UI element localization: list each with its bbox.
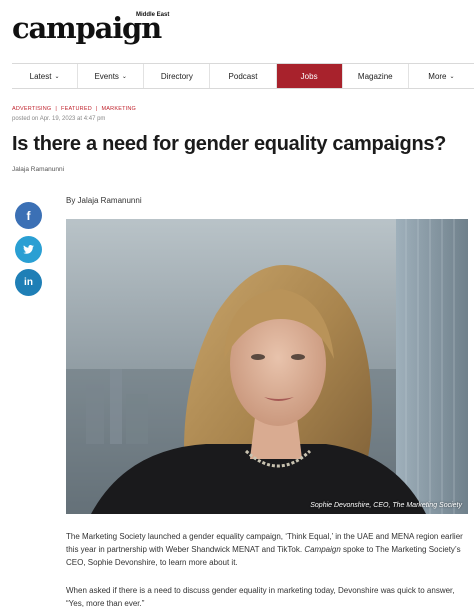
category-separator: |	[55, 106, 58, 112]
publication-name: Campaign	[304, 545, 341, 554]
nav-label: Jobs	[300, 71, 318, 81]
nav-item-directory[interactable]: Directory	[144, 64, 211, 88]
nav-item-magazine[interactable]: Magazine	[343, 64, 409, 88]
posted-date: posted on Apr. 19, 2023 at 4:47 pm	[12, 116, 106, 122]
site-logo[interactable]: campaign Middle East	[12, 10, 169, 50]
logo-wordmark: campaign	[12, 11, 162, 45]
author-name[interactable]: Jalaja Ramanunni	[12, 166, 64, 173]
twitter-share-button[interactable]	[15, 236, 42, 263]
facebook-icon: f	[26, 208, 31, 223]
category-separator: |	[95, 106, 98, 112]
facebook-share-button[interactable]: f	[15, 202, 42, 229]
linkedin-share-button[interactable]: in	[15, 269, 42, 296]
nav-item-events[interactable]: Events ⌄	[78, 64, 145, 88]
chevron-down-icon: ⌄	[121, 73, 127, 80]
nav-label: Latest	[29, 71, 52, 81]
main-nav: Latest ⌄ Events ⌄ Directory Podcast Jobs M…	[12, 63, 474, 89]
image-caption: Sophie Devonshire, CEO, The Marketing So…	[310, 502, 462, 509]
article-title: Is there a need for gender equality camp…	[12, 133, 447, 155]
linkedin-icon: in	[24, 277, 33, 288]
logo-subtitle: Middle East	[136, 12, 170, 18]
twitter-icon	[23, 245, 34, 254]
nav-label: Podcast	[228, 71, 258, 81]
nav-label: More	[428, 71, 447, 81]
article-byline: By Jalaja Ramanunni	[66, 196, 142, 205]
category-link-advertising[interactable]: ADVERTISING	[12, 106, 51, 112]
hero-image: Sophie Devonshire, CEO, The Marketing So…	[66, 219, 468, 514]
chevron-down-icon: ⌄	[449, 73, 455, 80]
nav-item-latest[interactable]: Latest ⌄	[12, 64, 79, 88]
nav-label: Directory	[160, 71, 193, 81]
category-tags: ADVERTISING | FEATURED | MARKETING	[12, 106, 136, 112]
nav-item-more[interactable]: More ⌄	[409, 64, 474, 88]
category-link-marketing[interactable]: MARKETING	[102, 106, 137, 112]
portrait-illustration	[66, 219, 468, 514]
article-paragraph: When asked if there is a need to discuss…	[66, 586, 455, 608]
category-link-featured[interactable]: FEATURED	[61, 106, 92, 112]
article-paragraph: The Marketing Society launched a gender …	[66, 530, 468, 569]
nav-item-jobs[interactable]: Jobs	[276, 64, 343, 88]
nav-item-podcast[interactable]: Podcast	[210, 64, 277, 88]
nav-label: Events	[94, 71, 119, 81]
nav-label: Magazine	[357, 71, 393, 81]
chevron-down-icon: ⌄	[54, 73, 60, 80]
